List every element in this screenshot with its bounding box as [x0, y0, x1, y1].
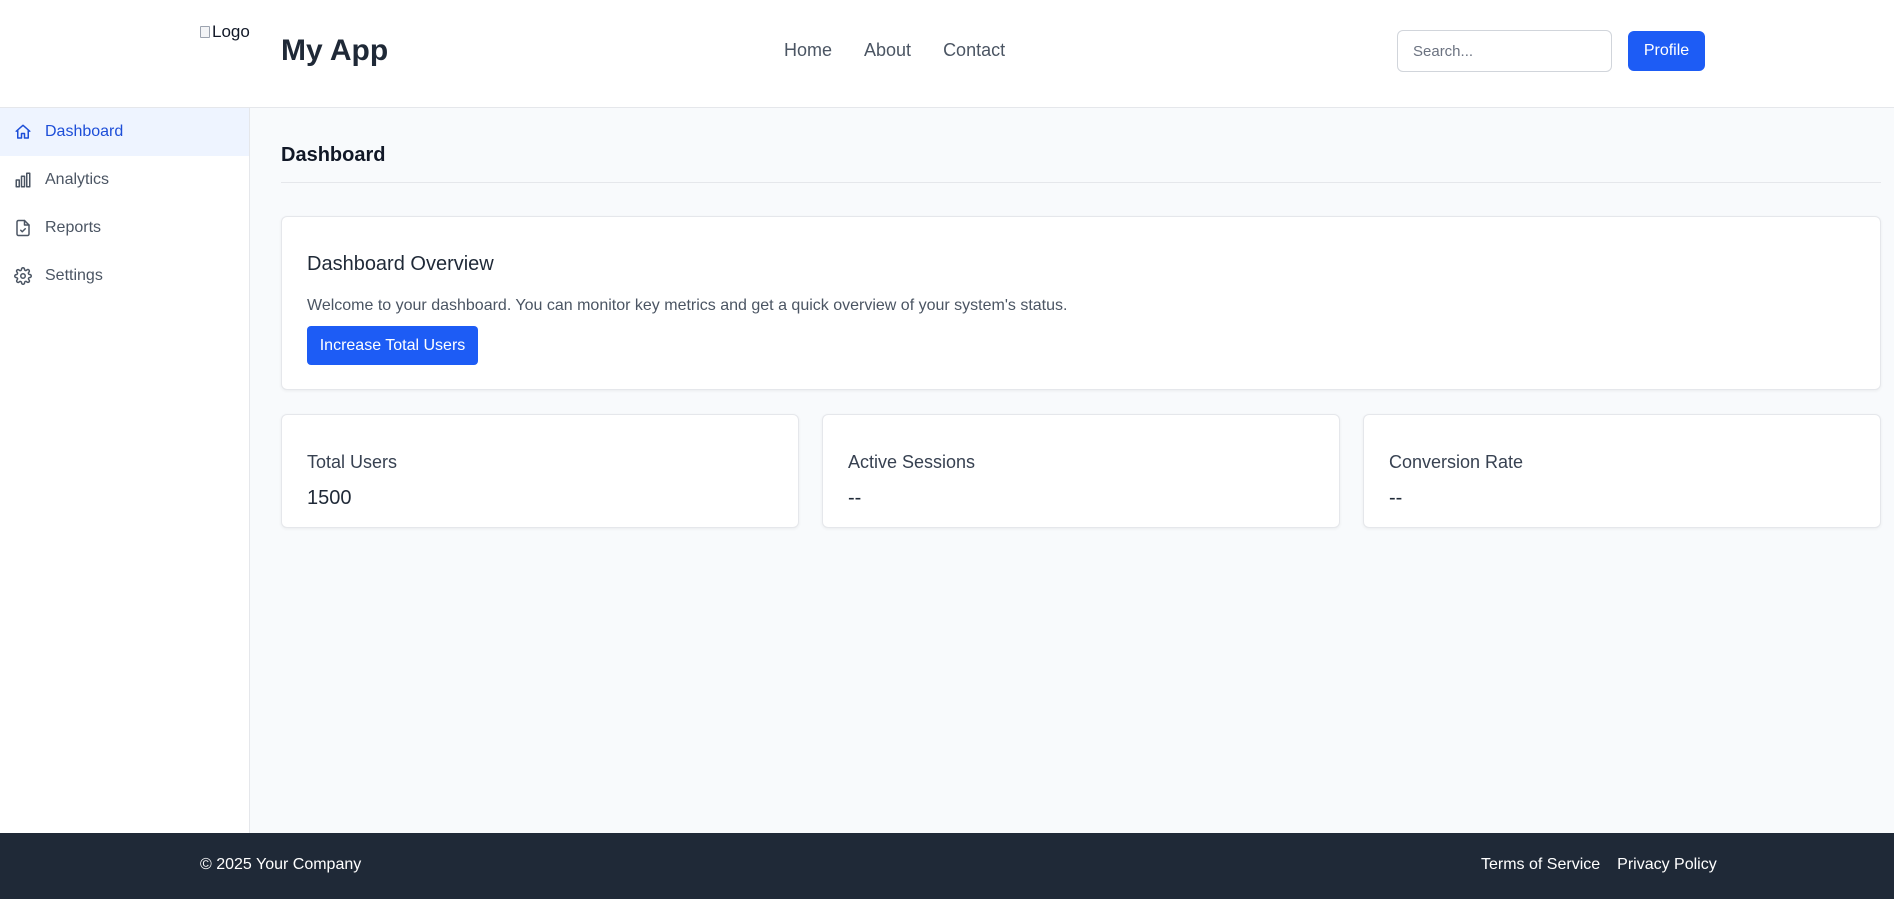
- stat-value: --: [848, 487, 862, 509]
- overview-card: Dashboard Overview Welcome to your dashb…: [281, 216, 1881, 390]
- stat-value: 1500: [307, 487, 352, 509]
- sidebar-item-label: Settings: [45, 267, 103, 284]
- overview-description: Welcome to your dashboard. You can monit…: [307, 297, 1068, 314]
- increase-total-users-button[interactable]: Increase Total Users: [307, 326, 478, 365]
- page-title: Dashboard: [281, 144, 386, 166]
- nav-link-contact[interactable]: Contact: [943, 40, 1005, 61]
- stat-label: Conversion Rate: [1389, 452, 1524, 472]
- nav-link-home[interactable]: Home: [784, 40, 832, 61]
- sidebar-item-label: Analytics: [45, 171, 110, 188]
- footer-link-terms[interactable]: Terms of Service: [1481, 856, 1600, 874]
- app-title: My App: [281, 34, 389, 67]
- logo-image[interactable]: Logo: [200, 20, 250, 44]
- profile-button[interactable]: Profile: [1628, 31, 1705, 71]
- title-divider: [281, 182, 1881, 183]
- stat-value: --: [1389, 487, 1403, 509]
- home-icon: [14, 123, 32, 141]
- overview-title: Dashboard Overview: [307, 253, 494, 275]
- stat-card-conversion-rate: Conversion Rate --: [1363, 414, 1881, 528]
- main-nav: Home About Contact: [784, 40, 1005, 61]
- sidebar-item-label: Dashboard: [45, 123, 124, 140]
- sidebar-item-analytics[interactable]: Analytics: [0, 156, 249, 204]
- logo-alt-text: Logo: [212, 22, 250, 41]
- gear-icon: [14, 267, 32, 285]
- stat-card-total-users: Total Users 1500: [281, 414, 799, 528]
- footer-links: Terms of Service Privacy Policy: [1481, 856, 1717, 874]
- top-header: Logo My App Home About Contact Profile: [0, 0, 1894, 108]
- footer-link-privacy[interactable]: Privacy Policy: [1617, 856, 1717, 874]
- nav-link-about[interactable]: About: [864, 40, 911, 61]
- stat-label: Active Sessions: [848, 452, 976, 472]
- main-content: Dashboard Dashboard Overview Welcome to …: [250, 108, 1894, 833]
- stat-label: Total Users: [307, 452, 398, 472]
- footer: © 2025 Your Company Terms of Service Pri…: [0, 833, 1894, 899]
- sidebar-item-dashboard[interactable]: Dashboard: [0, 108, 249, 156]
- document-check-icon: [14, 219, 32, 237]
- sidebar: Dashboard Analytics Reports Settings: [0, 108, 250, 833]
- stat-card-active-sessions: Active Sessions --: [822, 414, 1340, 528]
- broken-image-icon: [200, 26, 210, 38]
- bar-chart-icon: [14, 171, 32, 189]
- copyright-text: © 2025 Your Company: [200, 856, 362, 873]
- sidebar-item-settings[interactable]: Settings: [0, 252, 249, 300]
- sidebar-item-label: Reports: [45, 219, 102, 236]
- sidebar-item-reports[interactable]: Reports: [0, 204, 249, 252]
- search-input[interactable]: [1397, 30, 1612, 72]
